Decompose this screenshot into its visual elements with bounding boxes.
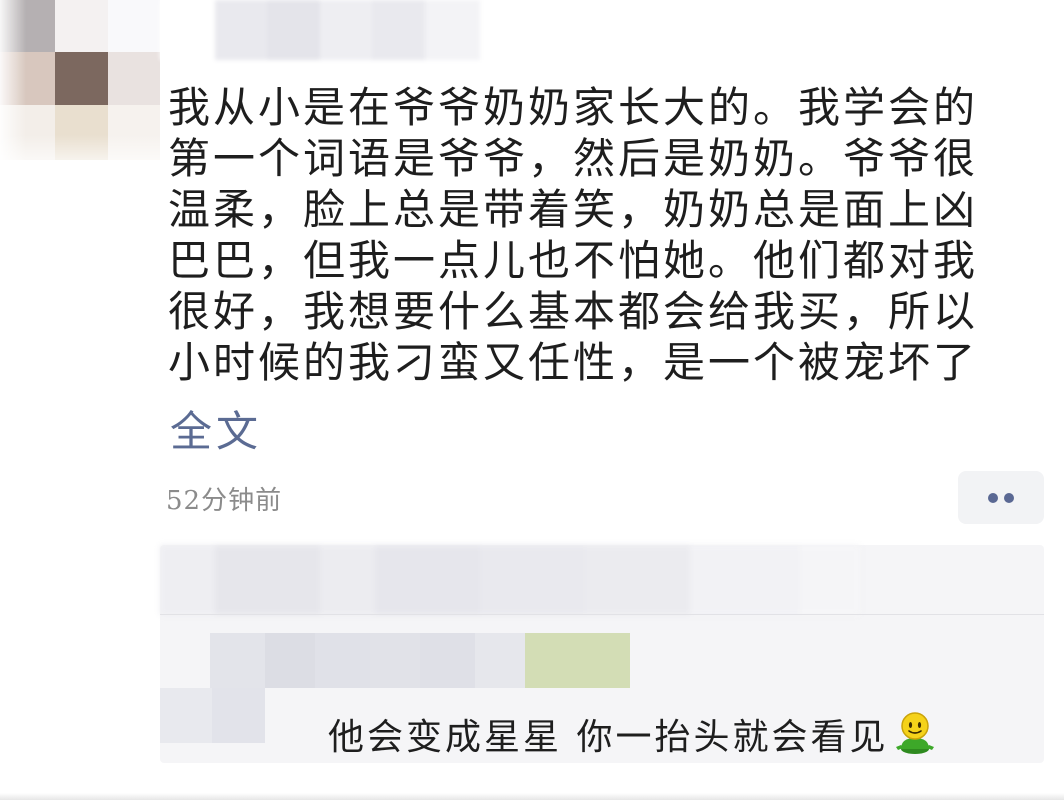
- commenter-tail-redacted: [160, 688, 265, 743]
- likes-list-redacted: [160, 545, 860, 615]
- author-avatar[interactable]: [0, 0, 160, 160]
- expand-full-text-link[interactable]: 全文: [170, 398, 262, 459]
- more-dots-icon: [988, 493, 998, 503]
- more-dots-icon: [1004, 493, 1014, 503]
- post-body-text: 我从小是在爷爷奶奶家长大的。我学会的 第一个词语是爷爷，然后是奶奶。爷爷很 温柔…: [168, 83, 979, 387]
- more-actions-button[interactable]: [958, 471, 1044, 524]
- moments-feed-screen: 我从小是在爷爷奶奶家长大的。我学会的 第一个词语是爷爷，然后是奶奶。爷爷很 温柔…: [0, 0, 1064, 800]
- commenter-name-redacted[interactable]: [210, 633, 690, 688]
- comment-divider: [160, 614, 1044, 615]
- likes-and-comments-panel: 他会变成星星 你一抬头就会看见: [160, 545, 1044, 763]
- smiley-figure-icon: [896, 712, 935, 754]
- comment-item[interactable]: 他会变成星星 你一抬头就会看见: [328, 708, 938, 760]
- screen-bottom-edge: [0, 793, 1064, 800]
- author-name-redacted[interactable]: [160, 0, 540, 60]
- post-timestamp: 52分钟前: [166, 486, 283, 516]
- comment-text: 他会变成星星 你一抬头就会看见: [328, 717, 889, 758]
